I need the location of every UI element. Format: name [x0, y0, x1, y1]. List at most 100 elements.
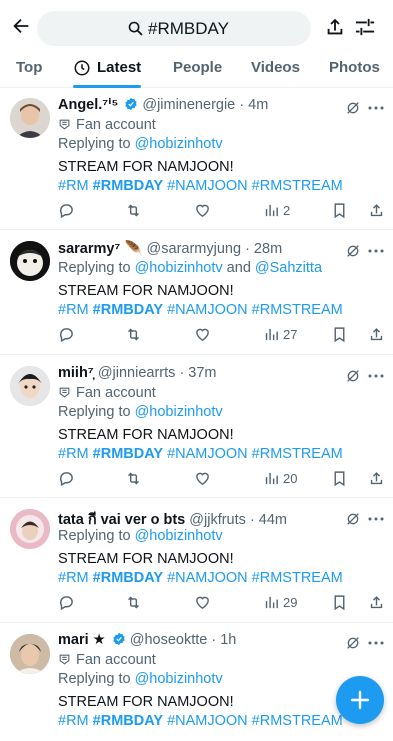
tab-people[interactable]: People: [173, 59, 222, 76]
hashtag-link[interactable]: #RMSTREAM: [252, 178, 343, 194]
avatar[interactable]: [10, 634, 50, 674]
reply-mention-link[interactable]: @hobizinhotv: [135, 136, 223, 152]
reply-mention-link[interactable]: @hobizinhotv: [135, 671, 223, 687]
hashtag-link[interactable]: #RMBDAY: [93, 570, 163, 586]
tab-top[interactable]: Top: [16, 59, 42, 76]
reply-button[interactable]: [58, 326, 75, 344]
share-button[interactable]: [368, 202, 385, 220]
hashtag-link[interactable]: #RM: [58, 713, 89, 729]
compose-button[interactable]: [336, 676, 384, 724]
bookmark-button[interactable]: [331, 202, 348, 220]
share-button[interactable]: [368, 470, 385, 488]
display-name[interactable]: sararmy⁷ 🪶: [58, 241, 143, 257]
retweet-button[interactable]: [125, 326, 142, 344]
grok-icon[interactable]: [345, 100, 361, 116]
handle[interactable]: @hoseoktte: [130, 632, 208, 648]
reply-mention-link[interactable]: @hobizinhotv: [135, 528, 223, 544]
retweet-button[interactable]: [125, 202, 142, 220]
replying-to: Replying to @hobizinhotv: [58, 404, 223, 420]
replying-to: Replying to @hobizinhotv: [58, 136, 223, 152]
grok-icon[interactable]: [345, 635, 361, 651]
hashtag-link[interactable]: #RMSTREAM: [252, 570, 343, 586]
tweet-card[interactable]: miih⁷̦ @jinniearrts · 37m Fan account Re…: [0, 356, 393, 498]
display-name[interactable]: miih⁷̦: [58, 365, 94, 381]
tweet-card[interactable]: tata กี vai ver o bts @jjkfruts · 44m Re…: [0, 499, 393, 623]
hashtag-link[interactable]: #RMSTREAM: [252, 713, 343, 729]
more-icon[interactable]: [368, 640, 384, 646]
views-button[interactable]: [263, 326, 280, 344]
tweet-card[interactable]: Angel.⁷ⁱ⁵ @jiminenergie · 4m Fan account…: [0, 88, 393, 230]
hashtag-link[interactable]: #RM: [58, 302, 89, 318]
handle[interactable]: @jinniearrts: [98, 365, 176, 381]
handle[interactable]: @jiminenergie: [142, 97, 235, 113]
hashtag-link[interactable]: #NAMJOON: [167, 446, 248, 462]
like-icon: [196, 472, 209, 486]
back-arrow-icon[interactable]: [10, 15, 32, 37]
retweet-icon: [128, 204, 139, 217]
retweet-button[interactable]: [125, 594, 142, 612]
hashtag-link[interactable]: #RM: [58, 178, 89, 194]
reply-button[interactable]: [58, 470, 75, 488]
tab-latest[interactable]: Latest: [97, 59, 141, 76]
like-icon: [196, 328, 209, 342]
tab-videos[interactable]: Videos: [251, 59, 300, 76]
avatar[interactable]: [10, 98, 50, 138]
hashtag-link[interactable]: #NAMJOON: [167, 713, 248, 729]
handle[interactable]: @jjkfruts: [189, 512, 246, 528]
hashtag-link[interactable]: #NAMJOON: [167, 570, 248, 586]
reply-mention-link[interactable]: @Sahzitta: [255, 260, 322, 276]
views-button[interactable]: [263, 470, 280, 488]
filter-icon[interactable]: [354, 17, 376, 37]
views-button[interactable]: [263, 202, 280, 220]
display-name[interactable]: Angel.⁷ⁱ⁵: [58, 97, 118, 113]
bookmark-button[interactable]: [331, 326, 348, 344]
bookmark-button[interactable]: [331, 470, 348, 488]
hashtag-link[interactable]: #NAMJOON: [167, 302, 248, 318]
hashtag-link[interactable]: #RM: [58, 446, 89, 462]
share-button[interactable]: [368, 594, 385, 612]
timestamp: · 44m: [249, 512, 288, 528]
more-icon[interactable]: [368, 373, 384, 379]
grok-icon[interactable]: [345, 511, 361, 527]
avatar[interactable]: [10, 241, 50, 281]
views-button[interactable]: [263, 594, 280, 612]
reply-mention-link[interactable]: @hobizinhotv: [135, 404, 223, 420]
display-name[interactable]: tata กี vai ver o bts: [58, 512, 185, 528]
hashtag-link[interactable]: #RMBDAY: [93, 302, 163, 318]
tweet-text: STREAM FOR NAMJOON!: [58, 551, 234, 567]
hashtag-link[interactable]: #RMSTREAM: [252, 446, 343, 462]
share-icon[interactable]: [324, 16, 346, 38]
tweet-card[interactable]: mari ★ @hoseoktte · 1h Fan account Reply…: [0, 624, 393, 741]
reply-mention-link[interactable]: @hobizinhotv: [135, 260, 223, 276]
search-input[interactable]: #RMBDAY: [37, 11, 311, 46]
retweet-button[interactable]: [125, 470, 142, 488]
like-button[interactable]: [194, 594, 211, 612]
handle[interactable]: @sararmyjung: [147, 241, 242, 257]
tweet-card[interactable]: sararmy⁷ 🪶 @sararmyjung · 28m Replying t…: [0, 231, 393, 355]
like-button[interactable]: [194, 470, 211, 488]
tweet-text: STREAM FOR NAMJOON!: [58, 694, 234, 710]
avatar[interactable]: [10, 366, 50, 406]
search-tabs: Top Latest People Videos Photos: [0, 52, 393, 88]
tab-photos[interactable]: Photos: [329, 59, 380, 76]
hashtag-link[interactable]: #RMBDAY: [93, 446, 163, 462]
avatar[interactable]: [10, 509, 50, 549]
grok-icon[interactable]: [345, 368, 361, 384]
grok-icon[interactable]: [345, 243, 361, 259]
like-button[interactable]: [194, 202, 211, 220]
bookmark-button[interactable]: [331, 594, 348, 612]
hashtag-link[interactable]: #RMBDAY: [93, 713, 163, 729]
display-name[interactable]: mari ★: [58, 632, 106, 648]
like-button[interactable]: [194, 326, 211, 344]
share-button[interactable]: [368, 326, 385, 344]
hashtag-link[interactable]: #RMBDAY: [93, 178, 163, 194]
reply-button[interactable]: [58, 202, 75, 220]
hashtag-link[interactable]: #NAMJOON: [167, 178, 248, 194]
more-icon[interactable]: [368, 248, 384, 254]
more-icon[interactable]: [368, 516, 384, 522]
hashtag-link[interactable]: #RM: [58, 570, 89, 586]
tweet-text: STREAM FOR NAMJOON!: [58, 427, 234, 443]
reply-button[interactable]: [58, 594, 75, 612]
more-icon[interactable]: [368, 105, 384, 111]
hashtag-link[interactable]: #RMSTREAM: [252, 302, 343, 318]
